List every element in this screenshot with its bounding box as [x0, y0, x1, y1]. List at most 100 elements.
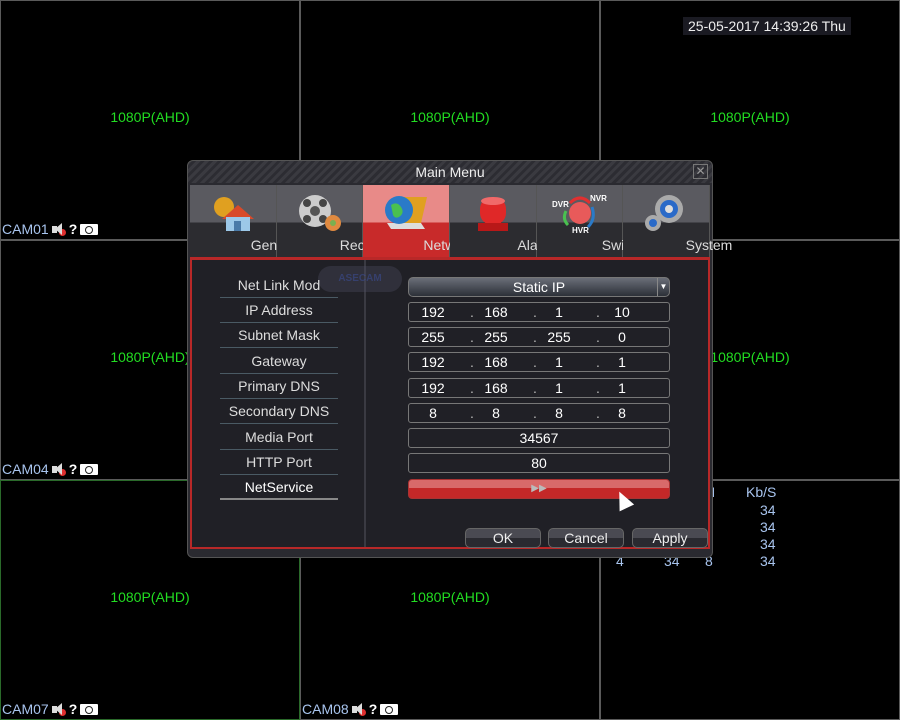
- ip-separator: .: [470, 354, 474, 370]
- camera-label-cam01: CAM01 ?: [2, 221, 99, 237]
- label-primary-dns: Primary DNS: [220, 376, 338, 399]
- camera-icon: [80, 463, 99, 475]
- net-link-mode-select[interactable]: Static IP ▼: [408, 277, 670, 297]
- ip-octet-1[interactable]: 255: [413, 328, 453, 346]
- bitrate-value: 34: [760, 536, 776, 552]
- subnet-mask-input[interactable]: 255 255 255 0...: [408, 327, 670, 347]
- ip-address-input[interactable]: 192 168 1 10...: [408, 302, 670, 322]
- close-button[interactable]: ✕: [693, 164, 708, 179]
- http-port-input[interactable]: 80: [408, 453, 670, 473]
- forward-icon: ▶▶: [531, 483, 547, 494]
- chevron-down-icon[interactable]: ▼: [657, 278, 669, 296]
- audio-mute-icon: [351, 702, 366, 716]
- unknown-status-icon: ?: [68, 221, 78, 237]
- tab-alarm[interactable]: Alarm: [450, 185, 554, 257]
- ip-octet-2[interactable]: 168: [476, 303, 516, 321]
- camera-label-cam04: CAM04 ?: [2, 461, 99, 477]
- ip-separator: .: [470, 304, 474, 320]
- net-service-button[interactable]: ▶▶: [408, 479, 670, 499]
- resolution-label: 1080P(AHD): [410, 589, 490, 605]
- ip-octet-1[interactable]: 192: [413, 353, 453, 371]
- resolution-label: 1080P(AHD): [710, 109, 790, 125]
- ip-octet-2[interactable]: 168: [476, 353, 516, 371]
- bitrate-header-kbs: Kb/S: [746, 484, 777, 500]
- apply-button[interactable]: Apply: [632, 528, 708, 548]
- tab-record[interactable]: Record: [276, 185, 385, 257]
- dvr-nvr-hvr-switch-icon: DVR NVR HVR: [552, 194, 607, 233]
- ip-octet-4[interactable]: 0: [602, 328, 642, 346]
- ip-octet-3[interactable]: 1: [539, 303, 579, 321]
- label-net-link-mode: Net Link Mod: [220, 275, 338, 298]
- datetime-display: 25-05-2017 14:39:26 Thu: [683, 17, 851, 35]
- ip-separator: .: [596, 405, 600, 421]
- label-http-port: HTTP Port: [220, 452, 338, 475]
- camera-icon: [80, 703, 99, 715]
- primary-dns-input[interactable]: 192 168 1 1...: [408, 378, 670, 398]
- label-net-service: NetService: [220, 477, 338, 500]
- unknown-status-icon: ?: [68, 701, 78, 717]
- tab-switch[interactable]: DVR NVR HVR Switch: [536, 185, 643, 257]
- hvr-text: HVR: [572, 226, 589, 233]
- ip-octet-4[interactable]: 10: [602, 303, 642, 321]
- gateway-input[interactable]: 192 168 1 1...: [408, 352, 670, 372]
- bitrate-value: 34: [760, 553, 776, 569]
- camera-label-cam08: CAM08 ?: [302, 701, 399, 717]
- cancel-button[interactable]: Cancel: [548, 528, 624, 548]
- tab-general[interactable]: General: [190, 185, 301, 257]
- ip-octet-4[interactable]: 1: [602, 379, 642, 397]
- tab-network[interactable]: Network: [363, 185, 475, 257]
- camera-name: CAM04: [2, 461, 49, 477]
- ip-separator: .: [596, 380, 600, 396]
- ok-button[interactable]: OK: [465, 528, 541, 548]
- audio-mute-icon: [51, 462, 66, 476]
- ip-separator: .: [533, 354, 537, 370]
- label-gateway: Gateway: [220, 351, 338, 374]
- dialog-titlebar[interactable]: Main Menu ✕: [188, 161, 712, 183]
- unknown-status-icon: ?: [68, 461, 78, 477]
- resolution-label: 1080P(AHD): [110, 589, 190, 605]
- menu-tabs: General Record Network Alarm DVR NVR HVR…: [190, 185, 732, 257]
- ip-octet-3[interactable]: 1: [539, 353, 579, 371]
- select-value: Static IP: [512, 279, 566, 295]
- secondary-dns-input[interactable]: 8 8 8 8...: [408, 403, 670, 423]
- globe-laptop-icon: [385, 196, 428, 229]
- film-reel-icon: [298, 195, 341, 231]
- ip-octet-2[interactable]: 255: [476, 328, 516, 346]
- ip-separator: .: [596, 329, 600, 345]
- ip-octet-2[interactable]: 8: [476, 404, 516, 422]
- ip-octet-3[interactable]: 8: [539, 404, 579, 422]
- ip-separator: .: [533, 329, 537, 345]
- label-subnet-mask: Subnet Mask: [220, 325, 338, 348]
- gear-icon: [645, 195, 684, 231]
- ip-octet-3[interactable]: 1: [539, 379, 579, 397]
- bitrate-value: 34: [760, 519, 776, 535]
- dvr-text: DVR: [552, 200, 569, 209]
- bitrate-value: 34: [760, 502, 776, 518]
- ip-separator: .: [470, 329, 474, 345]
- unknown-status-icon: ?: [368, 701, 378, 717]
- ip-octet-1[interactable]: 192: [413, 379, 453, 397]
- tab-label: System: [685, 237, 733, 253]
- ip-octet-4[interactable]: 8: [602, 404, 642, 422]
- ip-separator: .: [533, 405, 537, 421]
- camera-icon: [80, 223, 99, 235]
- tab-system[interactable]: System: [623, 185, 732, 257]
- camera-name: CAM07: [2, 701, 49, 717]
- camera-label-cam07: CAM07 ?: [2, 701, 99, 717]
- ip-octet-4[interactable]: 1: [602, 353, 642, 371]
- main-menu-dialog: Main Menu ✕ General Record Network Alarm…: [187, 160, 732, 558]
- ip-octet-3[interactable]: 255: [539, 328, 579, 346]
- ip-separator: .: [533, 380, 537, 396]
- ip-octet-2[interactable]: 168: [476, 379, 516, 397]
- label-media-port: Media Port: [220, 427, 338, 450]
- ip-separator: .: [596, 354, 600, 370]
- camera-name: CAM01: [2, 221, 49, 237]
- media-port-input[interactable]: 34567: [408, 428, 670, 448]
- ip-octet-1[interactable]: 8: [413, 404, 453, 422]
- house-gear-icon: [213, 197, 254, 231]
- panel-divider: [364, 260, 366, 547]
- label-ip-address: IP Address: [220, 300, 338, 323]
- camera-name: CAM08: [302, 701, 349, 717]
- ip-octet-1[interactable]: 192: [413, 303, 453, 321]
- label-secondary-dns: Secondary DNS: [220, 401, 338, 424]
